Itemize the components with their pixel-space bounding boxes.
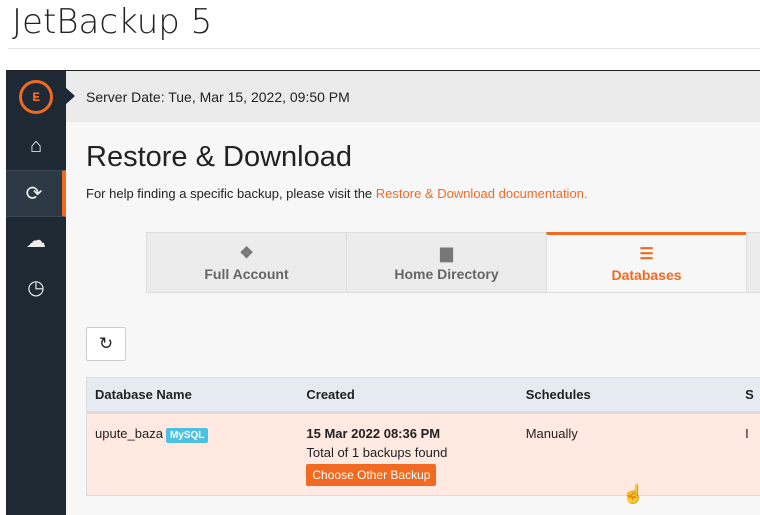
folder-icon: ▆ — [440, 245, 453, 262]
tab-label: Home Directory — [394, 266, 499, 282]
sync-icon: ⟳ — [25, 183, 43, 205]
header-truncated[interactable]: S — [745, 387, 760, 402]
divider — [8, 48, 760, 49]
cloud-download-icon: ☁ — [26, 230, 46, 252]
page-title: Restore & Download — [86, 141, 352, 173]
header-database-name[interactable]: Database Name — [87, 387, 306, 402]
sidebar: ᴇ ⌂ ⟳ ☁ ◷ — [6, 71, 66, 515]
header-schedules[interactable]: Schedules — [526, 387, 745, 402]
sidebar-item-home[interactable]: ⌂ — [6, 123, 66, 170]
created-date: 15 Mar 2022 08:36 PM — [306, 426, 441, 441]
sidebar-item-downloads[interactable]: ☁ — [6, 217, 66, 264]
app-title: JetBackup 5 — [12, 2, 213, 42]
app-frame: ᴇ ⌂ ⟳ ☁ ◷ Server Date: Tue, Mar 15, 2022… — [6, 70, 760, 515]
truncated-value: I — [745, 426, 749, 441]
help-prefix: For help finding a specific backup, plea… — [86, 186, 376, 201]
tab-label: Full Account — [204, 266, 289, 282]
backups-count: Total of 1 backups found — [306, 445, 448, 460]
cubes-icon: ❖ — [239, 245, 254, 262]
choose-other-backup-button[interactable]: Choose Other Backup — [306, 464, 437, 486]
tab-databases[interactable]: ☰ Databases — [546, 232, 746, 293]
clock-icon: ◷ — [27, 277, 45, 299]
sidebar-item-restore[interactable]: ⟳ — [6, 170, 66, 217]
table-row[interactable]: upute_baza MySQL 15 Mar 2022 08:36 PM Tot… — [87, 414, 760, 495]
refresh-button[interactable]: ↻ — [86, 327, 126, 361]
documentation-link[interactable]: Restore & Download documentation. — [376, 186, 588, 201]
sidebar-item-queue[interactable]: ◷ — [6, 264, 66, 311]
tab-bar: ❖ Full Account ▆ Home Directory ☰ Databases — [146, 232, 760, 293]
mysql-badge: MySQL — [165, 428, 209, 443]
refresh-icon: ↻ — [98, 334, 114, 353]
tab-full-account[interactable]: ❖ Full Account — [146, 232, 346, 293]
tab-label: Databases — [611, 267, 682, 283]
databases-table: Database Name Created Schedules S upute_… — [86, 377, 760, 496]
database-name: upute_baza — [95, 426, 163, 441]
help-text: For help finding a specific backup, plea… — [86, 186, 588, 201]
database-icon: ☰ — [639, 246, 654, 263]
home-icon: ⌂ — [29, 135, 43, 157]
tab-more[interactable] — [746, 232, 760, 293]
header-created[interactable]: Created — [306, 387, 525, 402]
table-header: Database Name Created Schedules S — [87, 378, 760, 414]
server-date: Server Date: Tue, Mar 15, 2022, 09:50 PM — [66, 71, 760, 122]
tab-home-directory[interactable]: ▆ Home Directory — [346, 232, 546, 293]
hand-cursor-icon: ☝ — [622, 484, 645, 504]
jetbackup-logo[interactable]: ᴇ — [6, 71, 66, 123]
